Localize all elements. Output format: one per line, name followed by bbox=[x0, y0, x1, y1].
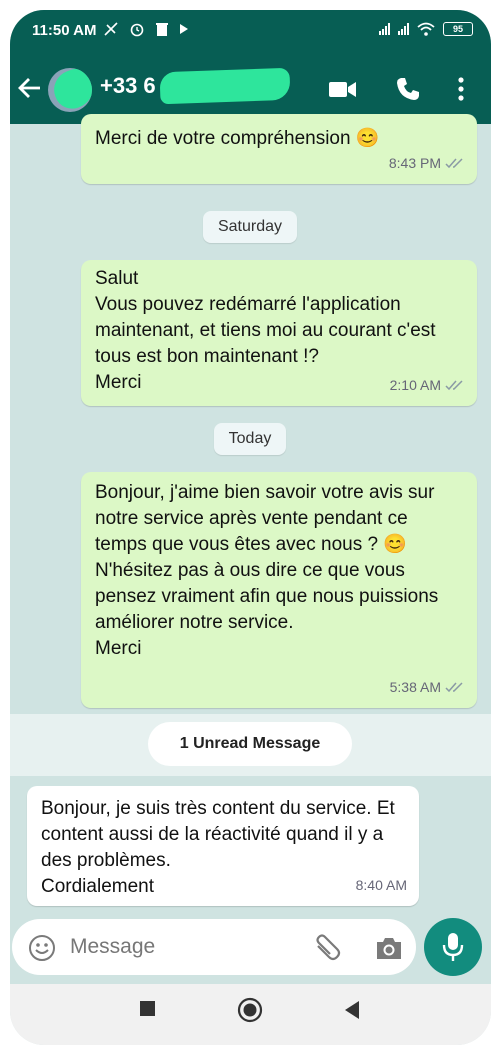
back-nav-icon[interactable] bbox=[343, 1000, 361, 1020]
wifi-icon bbox=[417, 22, 435, 36]
message-input[interactable]: Message bbox=[12, 919, 416, 975]
video-call-icon[interactable] bbox=[328, 76, 358, 102]
double-check-icon bbox=[445, 158, 463, 169]
message-time: 5:38 AM bbox=[389, 679, 441, 695]
notification-icons bbox=[103, 21, 189, 37]
message-time: 2:10 AM bbox=[389, 377, 441, 393]
no-data-icon bbox=[104, 22, 118, 36]
message-bubble-out[interactable]: Bonjour, j'aime bien savoir votre avis s… bbox=[81, 472, 477, 708]
message-time: 8:43 PM bbox=[388, 155, 441, 171]
unread-message-label: 1 Unread Message bbox=[148, 722, 352, 766]
message-time: 8:40 AM bbox=[355, 877, 407, 893]
phone-call-icon[interactable] bbox=[395, 76, 421, 102]
date-chip-today: Today bbox=[214, 423, 286, 455]
back-arrow-icon[interactable] bbox=[16, 74, 44, 102]
message-bubble-out[interactable]: Merci de votre compréhension 😊 8:43 PM bbox=[81, 114, 477, 184]
battery-icon: 95 bbox=[443, 22, 473, 36]
home-icon[interactable] bbox=[237, 997, 263, 1023]
message-bubble-out[interactable]: Salut Vous pouvez redémarré l'applicatio… bbox=[81, 260, 477, 406]
redaction-mark bbox=[159, 67, 291, 105]
status-bar: 11:50 AM 95 bbox=[10, 10, 491, 54]
double-check-icon bbox=[445, 682, 463, 693]
date-chip-saturday: Saturday bbox=[203, 211, 297, 243]
alarm-icon bbox=[130, 23, 144, 37]
system-nav-bar bbox=[10, 984, 491, 1045]
double-check-icon bbox=[445, 380, 463, 391]
message-list[interactable]: Merci de votre compréhension 😊 8:43 PM S… bbox=[10, 114, 491, 914]
message-bubble-in[interactable]: Bonjour, je suis très content du service… bbox=[27, 786, 419, 906]
recent-apps-icon[interactable] bbox=[139, 1000, 157, 1018]
signal-icon bbox=[379, 23, 390, 35]
attach-icon[interactable] bbox=[312, 934, 342, 962]
trash-icon bbox=[155, 23, 168, 36]
voice-record-button[interactable] bbox=[424, 918, 482, 976]
avatar[interactable] bbox=[48, 68, 92, 112]
message-placeholder: Message bbox=[70, 935, 156, 958]
more-options-icon[interactable] bbox=[457, 76, 465, 102]
signal-icon-2 bbox=[398, 23, 409, 35]
play-icon bbox=[179, 24, 188, 34]
camera-icon[interactable] bbox=[374, 934, 404, 962]
message-text: Merci de votre compréhension 😊 bbox=[95, 128, 380, 149]
message-text: Bonjour, j'aime bien savoir votre avis s… bbox=[95, 482, 439, 659]
emoji-icon[interactable] bbox=[28, 934, 56, 962]
input-bar: Message bbox=[10, 914, 491, 984]
status-time: 11:50 AM bbox=[32, 22, 97, 39]
mic-icon bbox=[442, 933, 464, 961]
phone-screen: 11:50 AM 95 +33 6 30 Merci de votre comp… bbox=[10, 10, 491, 1045]
